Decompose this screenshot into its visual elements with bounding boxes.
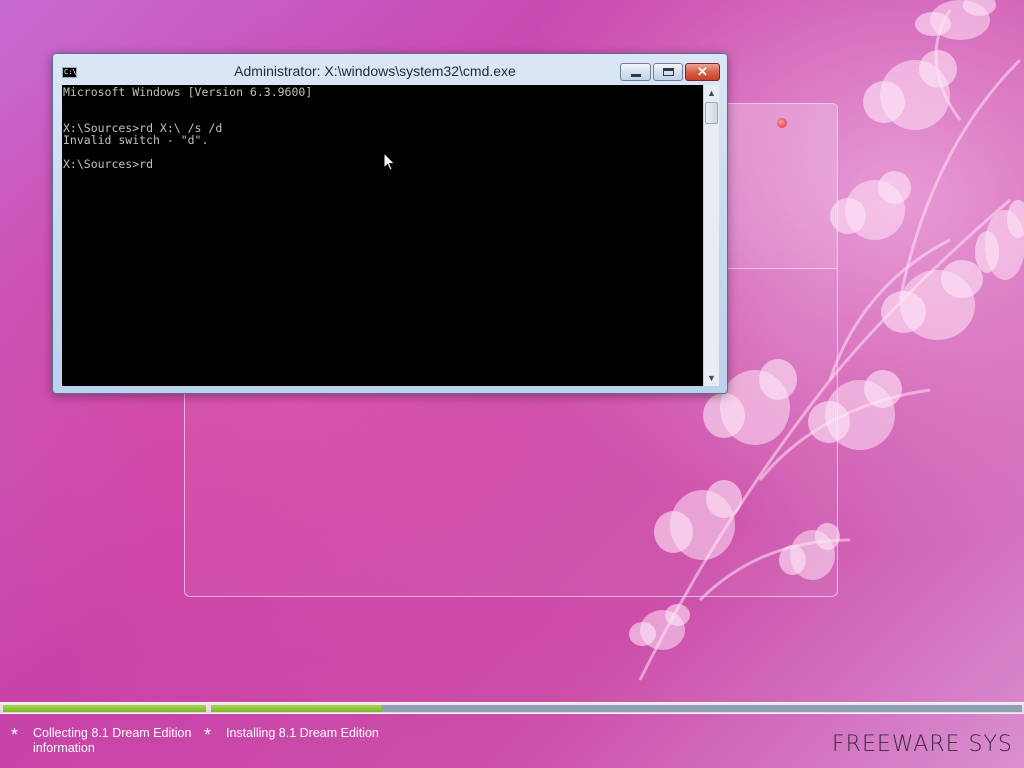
progress-fill	[211, 705, 382, 712]
step-label: Installing 8.1 Dream Edition	[226, 726, 379, 740]
wallpaper-flower	[862, 49, 957, 130]
cmd-titlebar[interactable]: C:\ Administrator: X:\windows\system32\c…	[53, 54, 727, 85]
close-button[interactable]: ✕	[685, 63, 720, 81]
cmd-window[interactable]: C:\ Administrator: X:\windows\system32\c…	[52, 53, 728, 394]
minimize-icon	[631, 74, 641, 77]
wallpaper-flower	[915, 0, 996, 40]
close-icon: ✕	[697, 64, 708, 79]
scroll-up-icon[interactable]: ▲	[704, 85, 719, 101]
step-label: Collecting 8.1 Dream Edition information	[33, 726, 192, 755]
scroll-thumb[interactable]	[705, 102, 718, 124]
maximize-button[interactable]	[653, 63, 683, 81]
brand-logo: FREEWARE SYS	[832, 732, 1013, 757]
mouse-cursor-icon	[383, 152, 396, 171]
wallpaper-flower	[830, 171, 911, 240]
progress-fill	[3, 705, 206, 712]
install-progress-bar	[0, 702, 1024, 714]
wallpaper-flower	[975, 199, 1024, 280]
wallpaper-flower	[628, 604, 690, 650]
step-installing: * Installing 8.1 Dream Edition	[204, 726, 426, 744]
minimize-button[interactable]	[620, 63, 651, 81]
scroll-down-icon[interactable]: ▼	[704, 370, 719, 386]
console-area[interactable]: Microsoft Windows [Version 6.3.9600] X:\…	[62, 85, 703, 386]
step-collecting: * Collecting 8.1 Dream Edition informati…	[11, 726, 193, 756]
vertical-scrollbar[interactable]: ▲ ▼	[703, 85, 719, 386]
step-asterisk-icon: *	[11, 725, 19, 745]
progress-segment-collecting	[3, 705, 206, 712]
progress-segment-installing	[211, 705, 1022, 712]
wallpaper-flower	[881, 259, 983, 340]
maximize-icon	[663, 68, 674, 76]
step-asterisk-icon: *	[204, 725, 212, 745]
setup-close-icon[interactable]	[777, 118, 787, 128]
